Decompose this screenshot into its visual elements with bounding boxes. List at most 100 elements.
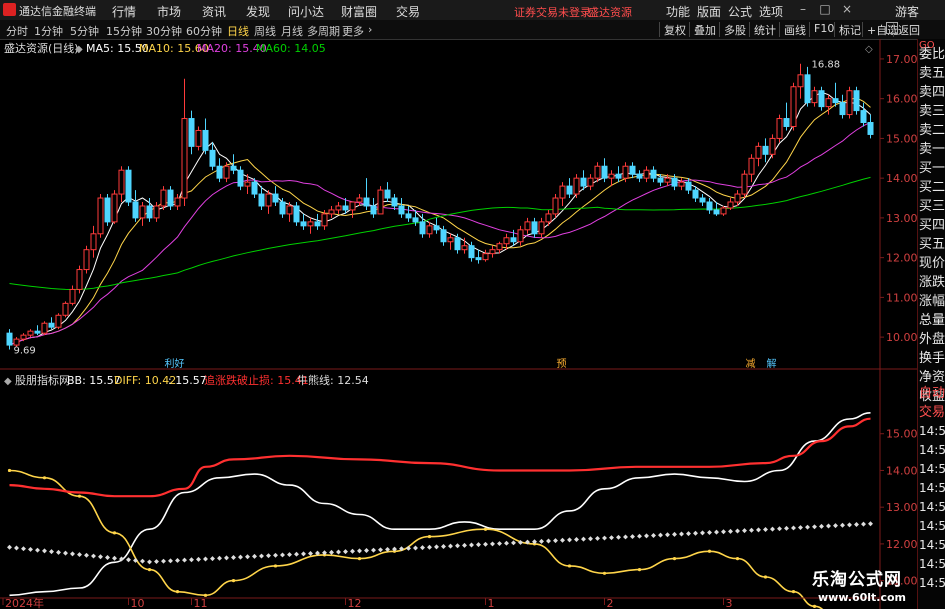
bull-bear-dot [784,525,789,531]
zoom-toggle-icon[interactable]: − [886,22,898,34]
maximize-icon[interactable]: □ [818,2,832,16]
close-icon[interactable]: × [840,2,854,16]
period-weekly[interactable]: 周线 [254,23,276,39]
candle-body [496,243,503,251]
watermark-url: www.60lt.com [818,591,907,604]
menu-formula[interactable]: 公式 [728,3,752,20]
diff-point [672,557,677,561]
chevron-right-icon[interactable]: › [368,23,372,36]
menu-wealth-circle[interactable]: 财富圈 [341,3,377,20]
menu-trade[interactable]: 交易 [396,3,420,20]
indicator-settings-icon[interactable]: ◆ [4,376,12,387]
candle-body [440,229,447,243]
y-tick-label: 16.00 [886,93,917,106]
candle-body [671,177,678,187]
tool-mark[interactable]: 标记 [834,22,861,37]
tool-f10[interactable]: F10 [809,22,834,37]
menu-discover[interactable]: 发现 [246,3,270,20]
candle-body [545,213,552,223]
bull-bear-dot [252,553,257,559]
candle-body [755,145,762,159]
current-stock-link[interactable]: 盛达资源 [588,4,632,20]
candle-body [678,181,685,187]
diff-point [567,564,572,568]
period-more[interactable]: 更多 [342,23,364,39]
menu-market[interactable]: 市场 [157,3,181,20]
chevron-down-icon[interactable]: ◆ [75,44,83,55]
price-annotation: 9.69 [14,345,36,356]
bull-bear-dot [574,537,579,542]
candle-body [503,237,510,245]
menu-market-quotes[interactable]: 行情 [112,3,136,20]
menu-options[interactable]: 选项 [759,3,783,20]
tool-draw[interactable]: 画线 [779,22,806,37]
tool-multi-stock[interactable]: 多股 [719,22,746,37]
bull-bear-dot [861,521,866,527]
bb-value-label: BB: 15.57 [67,374,121,387]
candle-body [510,237,517,243]
sidebar-trade-label[interactable]: 自动 [919,384,945,403]
candle-body [258,193,265,207]
period-1min[interactable]: 1分钟 [34,23,63,39]
period-15min[interactable]: 15分钟 [106,23,142,39]
menu-functions[interactable]: 功能 [666,3,690,20]
sidebar-quote-label: 总量 [919,313,945,328]
bull-bear-dot [707,530,712,536]
candle-body [286,205,293,215]
menu-news[interactable]: 资讯 [202,3,226,20]
menu-layout[interactable]: 版面 [697,3,721,20]
event-marker: 解 [767,357,777,370]
candle-body [636,173,643,179]
period-30min[interactable]: 30分钟 [146,23,182,39]
period-monthly[interactable]: 月线 [281,23,303,39]
candle-body [643,169,650,179]
indicator-series-0 [9,412,871,597]
sidebar-time-label: 14:56 [919,538,945,552]
bull-bear-dot [588,536,593,542]
kline-chart: 17.00 16.00 15.00 14.00 13.00 12.00 11.00 10.00… [0,39,917,609]
chart-settings-icon[interactable]: ◇ [865,44,873,55]
tool-overlay[interactable]: 叠加 [689,22,716,37]
candle-body [629,165,636,175]
period-multi[interactable]: 多周期 [307,23,340,39]
candle-body [433,225,440,231]
event-marker: 利好 [165,358,185,370]
bull-bear-dot [511,540,516,546]
watermark-logo: 乐淘公式网 [812,570,902,590]
minimize-icon[interactable]: – [796,2,810,16]
candle-body [615,173,622,179]
bull-bear-dot [42,548,47,554]
candle-body [244,181,251,187]
tool-adjust[interactable]: 复权 [659,22,686,37]
bull-bear-dot [350,548,355,554]
candle-body [363,197,370,207]
candle-body [566,185,573,195]
candle-body [76,269,83,290]
candle-body [118,169,125,195]
candle-body [90,233,97,251]
y-tick-label: 10.00 [886,331,917,344]
trade-login-notice[interactable]: 证券交易未登录 [514,4,591,20]
candle-body [55,314,62,328]
indicator-series-2 [9,417,871,498]
bull-bear-dot [371,547,376,553]
y-tick-label: 14.00 [886,464,917,477]
candle-body [811,90,818,104]
candle-body [328,209,335,215]
bull-bear-dot [763,526,768,532]
candle-body [314,221,321,227]
tool-statistics[interactable]: 统计 [749,22,776,37]
candle-body [573,177,580,195]
bull-bear-dot [819,523,824,529]
period-daily[interactable]: 日线 [227,23,249,39]
bull-bear-value-label: 牛熊线: 12.54 [297,373,369,387]
period-intraday[interactable]: 分时 [6,23,28,39]
candle-body [853,90,860,112]
menu-assistant[interactable]: 问小达 [288,3,324,20]
bull-bear-dot [49,549,54,555]
sidebar-trade-label[interactable]: 交易 [919,403,945,422]
period-5min[interactable]: 5分钟 [70,23,99,39]
candle-body [608,173,615,179]
guest-account[interactable]: 游客 [895,3,919,20]
period-60min[interactable]: 60分钟 [186,23,222,39]
